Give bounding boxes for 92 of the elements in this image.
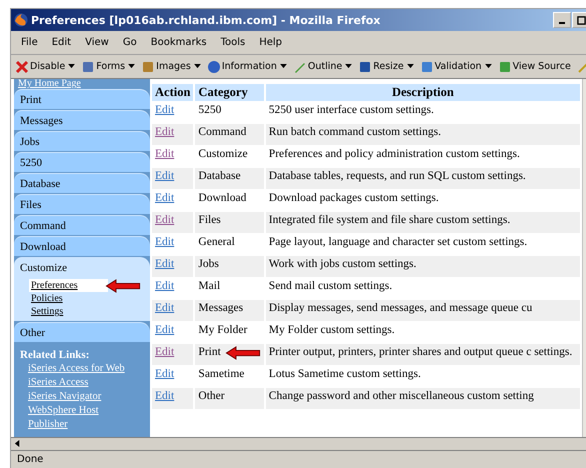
column-header: Action: [152, 84, 194, 101]
table-cell-text: Lotus Sametime custom settings.: [268, 367, 422, 382]
table-cell: Jobs: [198, 258, 219, 271]
menu-item[interactable]: Bookmarks: [150, 37, 207, 48]
toolbar-button[interactable]: Disable: [15, 60, 76, 74]
table-cell: Messages: [198, 302, 244, 315]
table-cell: Mail: [198, 280, 220, 293]
scroll-left-icon[interactable]: [14, 440, 21, 447]
toolbar-button[interactable]: Images: [141, 60, 201, 74]
toolbar-label: Forms: [96, 61, 126, 72]
table-cell-text: Page layout, language and character set custom settings.: [268, 235, 528, 250]
table-cell: 5250: [198, 104, 222, 117]
toolbar-label: Validation: [434, 61, 482, 72]
sidebar-tab[interactable]: Customize: [14, 257, 150, 277]
cross-icon: [15, 60, 29, 74]
edit-link[interactable]: Edit: [155, 148, 174, 160]
tool-icon: [81, 60, 96, 74]
table-cell: Work with jobs custom settings.: [266, 256, 580, 277]
table-cell: Integrated file system and file share custom settings.: [266, 212, 580, 233]
sidebar-link[interactable]: Settings: [29, 305, 66, 318]
toolbar-button[interactable]: Resize: [358, 60, 414, 74]
sidebar-tab[interactable]: Download: [14, 236, 150, 256]
edit-link[interactable]: Edit: [155, 192, 174, 204]
edit-link[interactable]: Edit: [155, 104, 174, 116]
table-cell: General: [198, 236, 235, 249]
table-cell: Display messages, send messages, and message queue cu: [266, 300, 580, 321]
horizontal-scrollbar[interactable]: [11, 437, 586, 450]
column-header: Category: [195, 84, 264, 101]
table-cell: Command: [198, 126, 246, 139]
pointer-arrow-icon: [104, 278, 142, 292]
table-cell: Change password and other miscellaneous custom setting: [266, 388, 580, 409]
maximize-icon: [576, 16, 586, 24]
menu-item[interactable]: Go: [122, 37, 137, 48]
tool-icon: [498, 60, 512, 74]
table-cell: Sametime: [198, 368, 244, 381]
table-cell: Database: [198, 170, 241, 183]
table-cell: Customize: [198, 148, 248, 161]
tool-icon: [141, 60, 156, 74]
globe-icon: [14, 13, 28, 27]
sidebar-tab[interactable]: Print: [14, 89, 150, 109]
table-cell: Printer output, printers, printer shares and output queue c settings.: [266, 344, 580, 365]
maximize-button[interactable]: [572, 12, 586, 28]
toolbar-button[interactable]: Information: [206, 60, 287, 74]
sidebar-tab[interactable]: Jobs: [14, 131, 150, 151]
toolbar-label: Outline: [308, 61, 342, 72]
toolbar-button[interactable]: Outline: [292, 60, 352, 74]
toolbar-button[interactable]: View Source: [498, 60, 571, 74]
table-cell: Print: [198, 346, 221, 359]
toolbar-label: Disable: [30, 61, 66, 72]
sidebar-tab[interactable]: Other: [14, 322, 150, 342]
edit-link[interactable]: Edit: [155, 280, 174, 292]
toolbar-label: Information: [222, 61, 277, 72]
toolbar-button[interactable]: Validation: [420, 60, 492, 74]
table-cell: Run batch command custom settings.: [266, 124, 580, 145]
tool-icon: [420, 60, 434, 74]
edit-link[interactable]: Edit: [155, 236, 174, 248]
minimize-button[interactable]: [553, 12, 571, 28]
table-cell: My Folder: [198, 324, 248, 337]
toolbar-label: View Source: [512, 61, 571, 72]
related-links-heading: Related Links:: [20, 348, 90, 362]
window-title: Preferences [lp016ab.rchland.ibm.com] - Mozilla Firefox: [31, 14, 382, 26]
table-cell: Files: [198, 214, 221, 227]
sidebar-link[interactable]: Policies: [29, 292, 65, 305]
status-text: Done: [11, 450, 586, 468]
sidebar-tab[interactable]: Messages: [14, 110, 150, 130]
menu-item[interactable]: Tools: [220, 37, 246, 48]
tool-icon: [206, 60, 221, 74]
tool-icon: [358, 60, 372, 74]
table-cell-text: Download packages custom settings.: [268, 191, 440, 206]
table-cell: Database tables, requests, and run SQL custom settings.: [266, 168, 580, 189]
sidebar-tab[interactable]: Command: [14, 215, 150, 235]
table-cell-text: Preferences and policy administration custom settings.: [268, 147, 521, 162]
toolbar-label: Images: [156, 61, 191, 72]
menu-item[interactable]: View: [85, 37, 109, 48]
sidebar-tab[interactable]: Files: [14, 194, 150, 214]
table-cell-text: 5250 user interface custom settings.: [268, 103, 435, 118]
menu-item[interactable]: Edit: [52, 37, 72, 48]
minimize-icon: [559, 22, 565, 24]
edit-link[interactable]: Edit: [155, 324, 174, 336]
sidebar-tab[interactable]: Database: [14, 173, 150, 193]
menu-item[interactable]: Help: [259, 37, 282, 48]
table-cell-text: My Folder custom settings.: [268, 323, 396, 338]
menu-item[interactable]: File: [21, 37, 38, 48]
column-header: Description: [266, 84, 580, 101]
sidebar-tab[interactable]: 5250: [14, 152, 150, 172]
table-cell: Other: [198, 390, 225, 403]
toolbar-button[interactable]: Forms: [81, 60, 136, 74]
toolbar-label: Resize: [373, 61, 404, 72]
table-cell-text: Send mail custom settings.: [268, 279, 394, 294]
sidebar-link[interactable]: Preferences: [29, 279, 108, 292]
table-cell: Download: [198, 192, 246, 205]
edit-link[interactable]: Edit: [155, 368, 174, 380]
